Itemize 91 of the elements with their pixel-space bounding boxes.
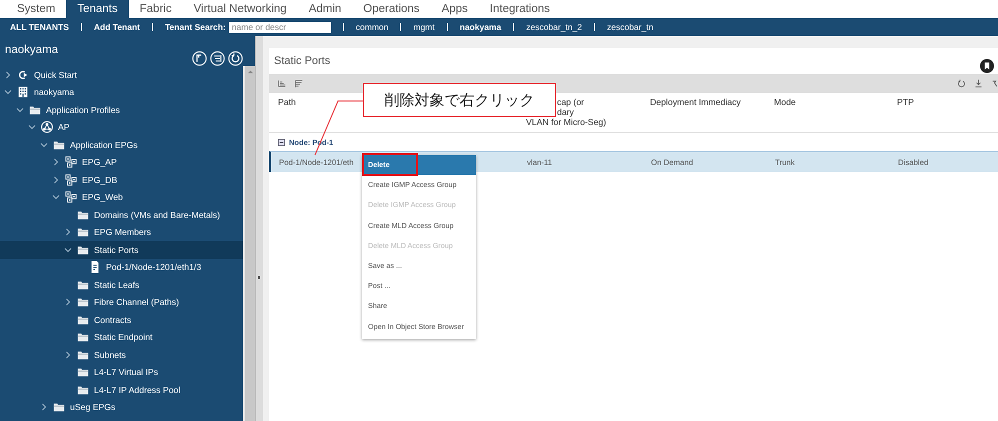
- tree-item[interactable]: Application Profiles: [0, 101, 243, 118]
- tree-item[interactable]: uSeg EPGs: [0, 398, 243, 416]
- document-icon: [89, 261, 101, 274]
- tree-item[interactable]: Static Leafs: [0, 276, 243, 294]
- highlight-frame: [362, 153, 418, 176]
- folder-icon: [77, 278, 89, 291]
- sidebar-title: naokyama: [5, 44, 60, 56]
- scrollbar[interactable]: [243, 66, 255, 421]
- chevron-down-icon[interactable]: [28, 123, 36, 132]
- folder-icon: [29, 104, 41, 116]
- search-label: Tenant Search:: [165, 22, 226, 32]
- tree-item[interactable]: naokyama: [0, 84, 243, 101]
- tree-item[interactable]: Static Ports: [0, 241, 243, 258]
- nodes-icon: [65, 174, 77, 186]
- tree-item[interactable]: EPG Members: [0, 224, 243, 241]
- tree-item[interactable]: Static Endpoint: [0, 328, 243, 346]
- download-icon[interactable]: [974, 79, 983, 88]
- chevron-down-icon[interactable]: [64, 246, 72, 254]
- nav-tab[interactable]: Operations: [352, 0, 431, 18]
- sort-ascending-icon[interactable]: [277, 79, 286, 88]
- column-header[interactable]: PTP: [897, 97, 914, 107]
- add-tenant-link[interactable]: Add Tenant: [94, 22, 140, 32]
- tree-item[interactable]: Pod-1/Node-1201/eth1/3: [0, 258, 243, 276]
- column-header[interactable]: cap (or: [557, 97, 584, 107]
- chevron-right-icon[interactable]: [64, 228, 72, 236]
- chevron-down-icon[interactable]: [40, 140, 48, 149]
- tenant-link[interactable]: naokyama: [460, 22, 502, 32]
- tree-item[interactable]: Application EPGs: [0, 136, 243, 154]
- tree-item[interactable]: Quick Start: [0, 66, 243, 84]
- tree-item[interactable]: EPG_AP: [0, 154, 243, 171]
- column-header[interactable]: Mode: [774, 97, 796, 107]
- splitter-handle[interactable]: [255, 36, 263, 421]
- tree-item[interactable]: Fibre Channel (Paths): [0, 294, 243, 311]
- tenant-link[interactable]: mgmt: [413, 22, 435, 32]
- chevron-right-icon[interactable]: [4, 70, 12, 79]
- annotation-tooltip: 削除対象で右クリック: [363, 83, 556, 117]
- panel-title: Static Ports: [274, 55, 332, 67]
- network-circle-icon: [41, 121, 53, 134]
- tree-item[interactable]: EPG_Web: [0, 188, 243, 206]
- folder-icon: [77, 384, 89, 396]
- nav-tab[interactable]: Integrations: [478, 0, 561, 18]
- chevron-right-icon[interactable]: [52, 158, 60, 166]
- play-circle-icon: [17, 68, 29, 81]
- chevron-right-icon[interactable]: [64, 350, 72, 359]
- nav-tab[interactable]: System: [6, 0, 66, 18]
- collapse-icon[interactable]: [278, 138, 285, 146]
- nav-tab[interactable]: Admin: [298, 0, 352, 18]
- chevron-down-icon[interactable]: [16, 106, 24, 114]
- folder-icon: [77, 331, 89, 344]
- column-header[interactable]: VLAN for Micro-Seg): [526, 117, 606, 127]
- nav-tab[interactable]: Fabric: [128, 0, 183, 18]
- tree-item[interactable]: L4-L7 IP Address Pool: [0, 381, 243, 398]
- nodes-icon: [65, 156, 77, 168]
- tenant-link[interactable]: common: [356, 22, 388, 32]
- refresh-icon[interactable]: [957, 79, 966, 88]
- list-icon[interactable]: [210, 51, 225, 66]
- tenant-link[interactable]: zescobar_tn_2: [526, 22, 582, 32]
- folder-icon: [77, 244, 89, 256]
- column-header[interactable]: Path: [278, 97, 296, 107]
- column-header[interactable]: Deployment Immediacy: [650, 97, 741, 107]
- folder-icon: [77, 226, 89, 238]
- folder-icon: [77, 208, 89, 221]
- chevron-down-icon[interactable]: [4, 88, 12, 96]
- bookmark-icon[interactable]: [980, 59, 994, 73]
- folder-icon: [53, 401, 65, 414]
- tree-item[interactable]: Contracts: [0, 311, 243, 328]
- sort-descending-icon[interactable]: [294, 79, 303, 88]
- folder-icon: [77, 296, 89, 308]
- tree-item[interactable]: Subnets: [0, 346, 243, 364]
- folder-icon: [77, 348, 89, 361]
- tree-item[interactable]: AP: [0, 118, 243, 136]
- folder-icon: [77, 366, 89, 378]
- building-icon: [17, 86, 29, 98]
- tree-item[interactable]: Domains (VMs and Bare-Metals): [0, 206, 243, 224]
- tree-item[interactable]: EPG_DB: [0, 171, 243, 188]
- chevron-right-icon[interactable]: [64, 298, 72, 306]
- nodes-icon: [65, 191, 77, 204]
- tenant-link[interactable]: zescobar_tn: [606, 22, 654, 32]
- chevron-right-icon[interactable]: [52, 176, 60, 184]
- all-tenants-link[interactable]: ALL TENANTS: [10, 22, 69, 32]
- folder-icon: [53, 138, 65, 151]
- tree-item[interactable]: L4-L7 Virtual IPs: [0, 364, 243, 381]
- nav-tab[interactable]: Virtual Networking: [182, 0, 298, 18]
- chevron-right-icon[interactable]: [40, 403, 48, 412]
- nav-tab[interactable]: Tenants: [66, 0, 129, 18]
- chevron-down-icon[interactable]: [52, 193, 60, 202]
- flag-icon[interactable]: [192, 51, 207, 66]
- folder-icon: [77, 314, 89, 326]
- tenant-search-field[interactable]: name or descr: [228, 22, 331, 32]
- column-header[interactable]: dary: [557, 107, 574, 117]
- nav-tab[interactable]: Apps: [430, 0, 479, 18]
